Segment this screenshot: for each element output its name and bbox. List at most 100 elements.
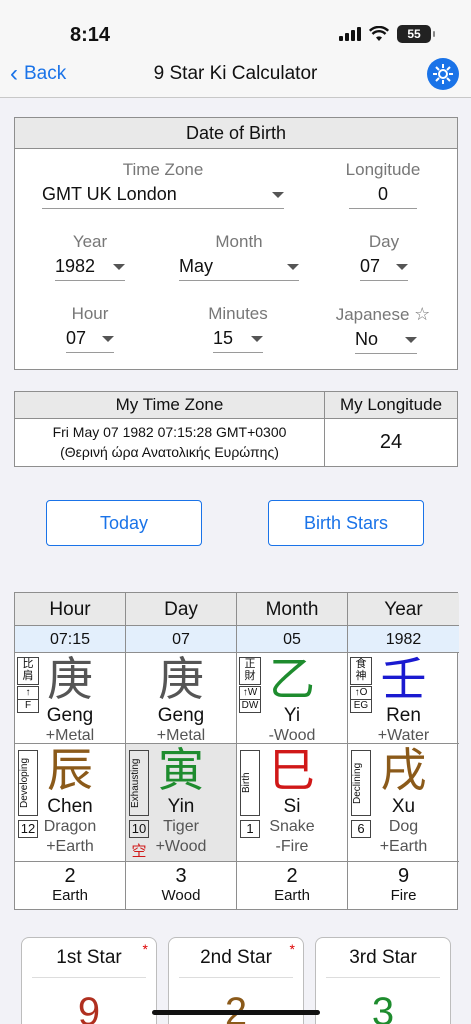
chevron-down-icon: [287, 263, 299, 270]
star-card-number: 9: [77, 990, 101, 1024]
required-asterisk: *: [289, 941, 295, 957]
pillar-sub: 07:15: [15, 626, 125, 653]
branch-element: +Earth: [46, 838, 94, 855]
star-card-number: 3: [371, 990, 395, 1024]
page-title: 9 Star Ki Calculator: [153, 63, 318, 84]
dob-panel: Date of Birth Time Zone GMT UK London Lo…: [14, 117, 458, 370]
stage-num: 10: [129, 820, 149, 838]
pillar-head: Month: [237, 593, 347, 626]
stem-pinyin: Geng: [157, 705, 205, 726]
god-tag: 比肩: [17, 657, 39, 685]
stem-char: 庚: [158, 652, 204, 706]
branch-cell[interactable]: Declining 6 戌 Xu Dog +Earth: [348, 744, 459, 862]
stem-cell[interactable]: 食神 ↑O EG 壬 Ren +Water: [348, 653, 459, 744]
japanese-select[interactable]: No: [355, 325, 417, 354]
month-label: Month: [215, 232, 263, 251]
pillar-sub: 07: [126, 626, 236, 653]
star-card-title: 3rd Star: [326, 947, 440, 978]
god-code: DW: [239, 699, 261, 713]
chevron-down-icon: [113, 263, 125, 270]
god-arrow: ↑O: [350, 686, 372, 700]
year-field: Year 1982: [55, 232, 125, 281]
timezone-select[interactable]: GMT UK London: [42, 180, 284, 209]
year-select[interactable]: 1982: [55, 252, 125, 281]
chevron-down-icon: [251, 335, 263, 342]
branch-element: +Earth: [379, 838, 428, 855]
god-tag: 正財: [239, 657, 261, 685]
chevron-down-icon: [405, 336, 417, 343]
month-field: Month May: [179, 232, 299, 281]
timezone-label: Time Zone: [122, 160, 204, 179]
star-cell: 3 Wood: [126, 862, 236, 908]
chevron-down-icon: [272, 191, 284, 198]
chevron-down-icon: [396, 263, 408, 270]
hour-label: Hour: [71, 304, 109, 323]
day-value: 07: [360, 256, 381, 276]
timezone-line2: (Θερινή ώρα Ανατολικής Ευρώπης): [60, 444, 279, 460]
branch-cell[interactable]: Exhausting 10 空 寅 Yin Tiger +Wood: [126, 744, 236, 862]
day-field: Day 07: [360, 232, 408, 281]
pillar-year: Year 1982 食神 ↑O EG 壬 Ren +Water Declinin…: [348, 593, 459, 909]
my-longitude-header: My Longitude: [325, 392, 457, 419]
year-label: Year: [72, 232, 108, 251]
star-element: Wood: [161, 887, 201, 904]
japanese-value: No: [355, 329, 379, 349]
wifi-icon: [369, 26, 389, 41]
month-value: May: [179, 256, 214, 276]
minutes-label: Minutes: [208, 304, 268, 323]
back-label: Back: [24, 63, 67, 84]
star-cell: 2 Earth: [237, 862, 347, 908]
god-code: F: [17, 699, 39, 713]
required-asterisk: *: [142, 941, 148, 957]
star-card-3[interactable]: 3rd Star 3: [315, 937, 451, 1024]
minutes-field: Minutes 15: [203, 304, 273, 353]
chevron-down-icon: [102, 335, 114, 342]
stem-cell[interactable]: 正財 ↑W DW 乙 Yi -Wood: [237, 653, 347, 744]
hour-select[interactable]: 07: [66, 324, 114, 353]
stage-tag: Declining: [351, 750, 371, 816]
pillar-sub: 1982: [348, 626, 459, 653]
branch-cell[interactable]: Birth 1 巳 Si Snake -Fire: [237, 744, 347, 862]
my-timezone-table: My Time Zone My Longitude Fri May 07 198…: [14, 391, 458, 467]
month-select[interactable]: May: [179, 252, 299, 281]
god-arrow: ↑W: [239, 686, 261, 700]
god-code: EG: [350, 699, 372, 713]
stem-cell[interactable]: 庚 Geng +Metal: [126, 653, 236, 744]
pillar-head: Day: [126, 593, 236, 626]
timezone-line1: Fri May 07 1982 07:15:28 GMT+0300: [52, 424, 287, 440]
japanese-field: Japanese ☆ No: [327, 304, 439, 354]
japanese-label: Japanese: [335, 305, 410, 324]
branch-element: -Fire: [275, 838, 309, 855]
timezone-value: GMT UK London: [42, 184, 177, 204]
timezone-field: Time Zone GMT UK London: [42, 160, 284, 209]
pillar-day: Day 07 庚 Geng +Metal Exhausting 10 空 寅 Y…: [126, 593, 237, 909]
stage-num: 12: [18, 820, 38, 838]
star-outline-icon[interactable]: ☆: [414, 304, 430, 324]
star-num: 9: [397, 865, 410, 887]
star-card-title: 2nd Star: [179, 947, 293, 978]
settings-icon[interactable]: [427, 58, 459, 90]
star-num: 2: [64, 865, 76, 887]
stem-cell[interactable]: 比肩 ↑ F 庚 Geng +Metal: [15, 653, 125, 744]
stage-num: 1: [240, 820, 260, 838]
star-card-1[interactable]: * 1st Star 9: [21, 937, 157, 1024]
void-mark: 空: [131, 843, 147, 860]
star-element: Earth: [52, 887, 88, 904]
star-cell: 2 Earth: [15, 862, 125, 908]
my-timezone-value: Fri May 07 1982 07:15:28 GMT+0300 (Θεριν…: [15, 419, 325, 466]
star-card-title: 1st Star: [32, 947, 146, 978]
status-time: 8:14: [70, 24, 111, 46]
longitude-input[interactable]: 0: [349, 180, 417, 209]
branch-cell[interactable]: Developing 12 辰 Chen Dragon +Earth: [15, 744, 125, 862]
today-button[interactable]: Today: [46, 500, 202, 546]
year-value: 1982: [55, 256, 96, 276]
longitude-value: 0: [377, 184, 388, 204]
longitude-field: Longitude 0: [333, 160, 433, 209]
day-select[interactable]: 07: [360, 252, 408, 281]
back-button[interactable]: ‹ Back: [10, 62, 66, 86]
birth-stars-button[interactable]: Birth Stars: [268, 500, 424, 546]
pillar-head: Hour: [15, 593, 125, 626]
minutes-select[interactable]: 15: [213, 324, 263, 353]
pillar-sub: 05: [237, 626, 347, 653]
home-indicator[interactable]: [152, 1010, 320, 1015]
